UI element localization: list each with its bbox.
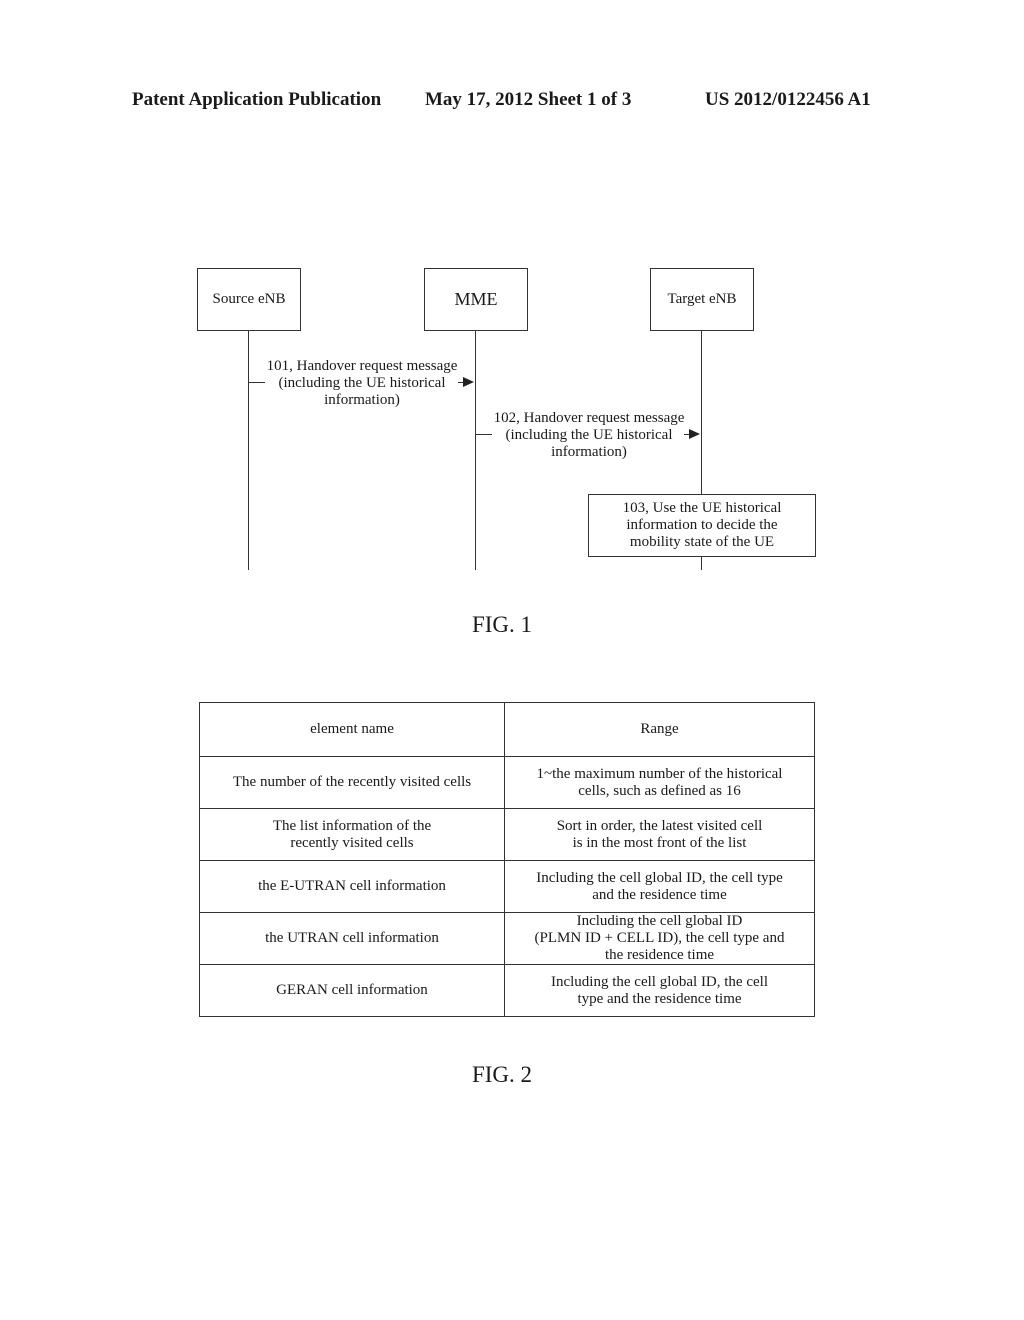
- table-cell-element-name: the UTRAN cell information: [199, 912, 505, 965]
- fig2-caption: FIG. 2: [471, 1062, 533, 1087]
- table-row: the UTRAN cell information Including the…: [199, 912, 815, 965]
- table-cell-element-name: the E-UTRAN cell information: [199, 860, 505, 913]
- table-cell-range: 1~the maximum number of the historical c…: [504, 756, 815, 809]
- table-cell-range: Including the cell global ID, the cell t…: [504, 964, 815, 1017]
- table-cell-range: Including the cell global ID, the cell t…: [504, 860, 815, 913]
- table-row: The number of the recently visited cells…: [199, 756, 815, 809]
- entity-target-enb: Target eNB: [650, 268, 754, 331]
- table-row: the E-UTRAN cell information Including t…: [199, 860, 815, 913]
- publication-type: Patent Application Publication: [132, 89, 382, 110]
- message-101-label: 101, Handover request message (including…: [266, 358, 458, 408]
- fig1-caption: FIG. 1: [471, 612, 533, 637]
- message-102-label: 102, Handover request message (including…: [493, 410, 685, 460]
- column-header: element name: [199, 702, 505, 757]
- table-cell-range: Sort in order, the latest visited cell i…: [504, 808, 815, 861]
- entity-label: Source eNB: [212, 291, 286, 307]
- table-cell-element-name: GERAN cell information: [199, 964, 505, 1017]
- message-102-arrow-tail: [476, 434, 492, 435]
- process-103-label: 103, Use the UE historical information t…: [622, 500, 782, 550]
- message-101-arrow-tail: [249, 382, 265, 383]
- arrowhead-icon: [463, 377, 474, 387]
- column-header: Range: [504, 702, 815, 757]
- table-header-row: element name Range: [199, 702, 815, 757]
- table-cell-element-name: The list information of the recently vis…: [199, 808, 505, 861]
- patent-number: US 2012/0122456 A1: [705, 89, 871, 110]
- arrowhead-icon: [689, 429, 700, 439]
- table-row: GERAN cell information Including the cel…: [199, 964, 815, 1017]
- entity-label: MME: [454, 289, 498, 309]
- entity-source-enb: Source eNB: [197, 268, 301, 331]
- table-cell-element-name: The number of the recently visited cells: [199, 756, 505, 809]
- process-103-box: 103, Use the UE historical information t…: [588, 494, 816, 557]
- table-cell-range: Including the cell global ID (PLMN ID + …: [504, 912, 815, 965]
- fig2-table: element name Range The number of the rec…: [199, 702, 815, 1017]
- entity-mme: MME: [424, 268, 528, 331]
- entity-label: Target eNB: [667, 291, 737, 307]
- table-row: The list information of the recently vis…: [199, 808, 815, 861]
- publication-date-sheet: May 17, 2012 Sheet 1 of 3: [425, 89, 632, 110]
